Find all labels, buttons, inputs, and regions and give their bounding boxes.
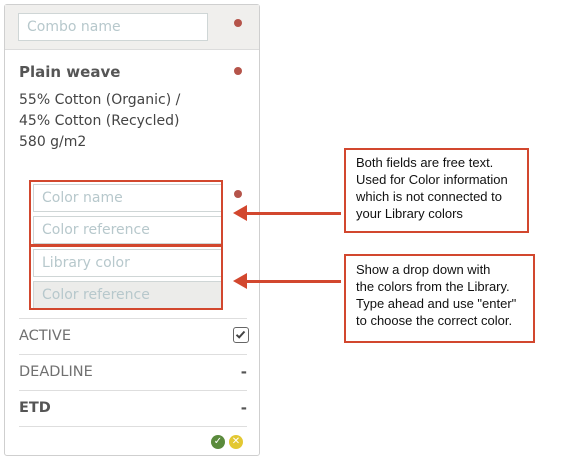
combo-name-input[interactable]: Combo name bbox=[18, 13, 208, 41]
fabric-composition-line1: 55% Cotton (Organic) / bbox=[19, 92, 181, 108]
active-row: ACTIVE bbox=[19, 318, 249, 355]
active-label: ACTIVE bbox=[19, 328, 72, 344]
note-line: Show a drop down with bbox=[356, 262, 491, 277]
library-dropdown-note: Show a drop down with the colors from th… bbox=[344, 254, 535, 343]
note-line: the colors from the Library. bbox=[356, 279, 510, 294]
card-header: Combo name bbox=[5, 5, 259, 50]
note-line: to choose the correct color. bbox=[356, 313, 513, 328]
arrow-line bbox=[246, 212, 341, 215]
free-text-fields-highlight bbox=[29, 180, 223, 246]
note-line: Used for Color information bbox=[356, 172, 508, 187]
check-icon bbox=[235, 330, 246, 339]
fabric-weight: 580 g/m2 bbox=[19, 134, 87, 150]
arrow-head bbox=[233, 273, 247, 289]
confirm-icon[interactable]: ✓ bbox=[211, 435, 225, 449]
active-checkbox[interactable] bbox=[233, 327, 249, 343]
note-line: Both fields are free text. bbox=[356, 155, 494, 170]
note-line: your Library colors bbox=[356, 206, 463, 221]
deadline-row: DEADLINE - bbox=[19, 354, 247, 391]
deadline-label: DEADLINE bbox=[19, 364, 93, 380]
required-dot bbox=[234, 190, 242, 198]
deadline-value[interactable]: - bbox=[241, 363, 247, 381]
actions-row: ✓ ✕ bbox=[19, 426, 247, 455]
note-line: which is not connected to bbox=[356, 189, 502, 204]
library-fields-highlight bbox=[29, 245, 223, 310]
etd-value[interactable]: - bbox=[241, 399, 247, 417]
required-dot bbox=[234, 67, 242, 75]
etd-row: ETD - bbox=[19, 390, 247, 427]
etd-label: ETD bbox=[19, 400, 51, 416]
arrow-line bbox=[246, 280, 341, 283]
arrow-head bbox=[233, 205, 247, 221]
required-dot bbox=[234, 19, 242, 27]
cancel-icon[interactable]: ✕ bbox=[229, 435, 243, 449]
note-line: Type ahead and use "enter" bbox=[356, 296, 517, 311]
fabric-title: Plain weave bbox=[19, 63, 121, 81]
free-text-note: Both fields are free text. Used for Colo… bbox=[344, 148, 529, 233]
fabric-composition-line2: 45% Cotton (Recycled) bbox=[19, 113, 180, 129]
